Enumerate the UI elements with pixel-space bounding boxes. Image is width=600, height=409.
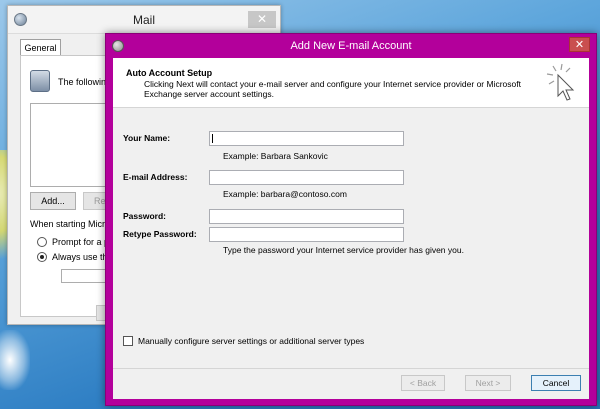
password-hint: Type the password your Internet service …: [223, 245, 464, 255]
cursor-sparkle-icon: [546, 63, 575, 101]
always-use-label: Always use th: [52, 252, 108, 262]
back-button[interactable]: < Back: [401, 375, 445, 391]
mail-window-title: Mail: [132, 13, 155, 27]
auto-setup-description: Clicking Next will contact your e-mail s…: [144, 79, 521, 99]
desktop-flower-decoration-2: [0, 330, 30, 390]
mail-intro-text: The following: [58, 77, 112, 87]
mail-close-button[interactable]: ✕: [248, 11, 276, 28]
your-name-example: Example: Barbara Sankovic: [223, 151, 328, 161]
retype-password-label: Retype Password:: [123, 229, 197, 239]
your-name-input[interactable]: [209, 131, 404, 146]
cancel-button[interactable]: Cancel: [531, 375, 581, 391]
header-band: Auto Account Setup Clicking Next will co…: [113, 58, 589, 108]
auto-setup-heading: Auto Account Setup: [126, 68, 213, 78]
prompt-profile-option[interactable]: Prompt for a p: [37, 237, 109, 247]
password-label: Password:: [123, 211, 166, 221]
always-use-option[interactable]: Always use th: [37, 252, 108, 262]
startup-label: When starting Micros: [30, 219, 115, 229]
next-button[interactable]: Next >: [465, 375, 511, 391]
add-profile-button[interactable]: Add...: [30, 192, 76, 210]
dialog-close-button[interactable]: ✕: [569, 37, 590, 52]
manual-config-checkbox[interactable]: [123, 336, 133, 346]
footer-divider: [113, 368, 589, 369]
always-use-radio[interactable]: [37, 252, 47, 262]
password-input[interactable]: [209, 209, 404, 224]
mail-titlebar[interactable]: Mail ✕: [8, 6, 280, 34]
manual-config-option[interactable]: Manually configure server settings or ad…: [123, 336, 364, 346]
dialog-body: Auto Account Setup Clicking Next will co…: [113, 58, 589, 399]
add-email-account-dialog: Add New E-mail Account ✕ Auto Account Se…: [105, 33, 597, 406]
mail-profiles-icon: [30, 70, 50, 92]
tab-general[interactable]: General: [20, 39, 61, 56]
prompt-profile-label: Prompt for a p: [52, 237, 110, 247]
email-address-label: E-mail Address:: [123, 172, 188, 182]
email-address-input[interactable]: [209, 170, 404, 185]
dialog-title: Add New E-mail Account: [290, 40, 412, 52]
retype-password-input[interactable]: [209, 227, 404, 242]
email-address-example: Example: barbara@contoso.com: [223, 189, 347, 199]
dialog-titlebar[interactable]: Add New E-mail Account ✕: [106, 34, 596, 58]
manual-config-label: Manually configure server settings or ad…: [138, 336, 365, 346]
prompt-profile-radio[interactable]: [37, 237, 47, 247]
your-name-label: Your Name:: [123, 133, 171, 143]
